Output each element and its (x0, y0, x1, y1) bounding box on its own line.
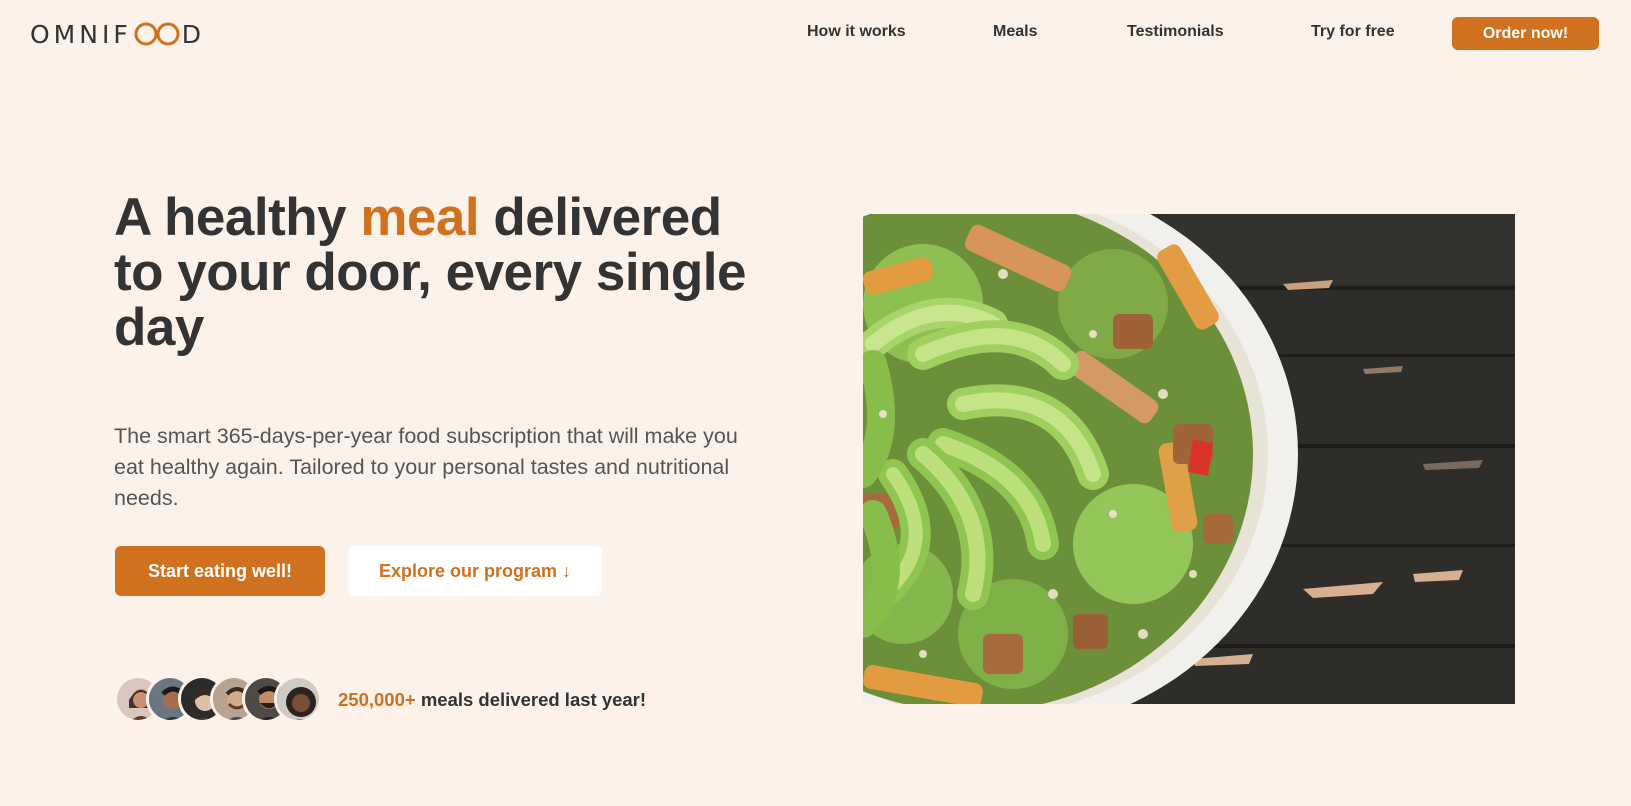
omnifood-logo[interactable]: OMNIF D (30, 19, 205, 49)
hero-title-accent: meal (360, 188, 480, 247)
logo-text-left: OMNIF (30, 19, 132, 49)
nav-meals[interactable]: Meals (993, 23, 1037, 41)
salad-bowl-photo-icon (863, 214, 1515, 704)
landing-page: OMNIF D How it works Meals Testimonials … (0, 0, 1631, 806)
nav-testimonials[interactable]: Testimonials (1127, 23, 1224, 41)
hero-title-part1: A healthy (114, 188, 361, 247)
meals-delivered-stat: 250,000+ meals delivered last year! (338, 689, 646, 711)
order-now-button[interactable]: Order now! (1452, 17, 1599, 50)
hero-description: The smart 365-days-per-year food subscri… (114, 424, 738, 510)
customer-avatars (114, 675, 322, 723)
hero-title: A healthy meal delivered to your door, e… (114, 190, 764, 355)
logo-text-right: D (181, 19, 205, 49)
infinity-icon (133, 21, 181, 47)
meals-delivered-count: 250,000+ (338, 689, 416, 710)
nav-how-it-works[interactable]: How it works (807, 23, 906, 41)
meals-delivered-text: meals delivered last year! (415, 689, 647, 710)
customer-avatar (274, 675, 322, 723)
salad-bowl-image (863, 214, 1515, 704)
start-eating-well-button[interactable]: Start eating well! (115, 546, 325, 596)
site-header: OMNIF D How it works Meals Testimonials … (0, 0, 1631, 68)
nav-try-for-free[interactable]: Try for free (1311, 23, 1395, 41)
explore-program-button[interactable]: Explore our program ↓ (348, 546, 602, 596)
